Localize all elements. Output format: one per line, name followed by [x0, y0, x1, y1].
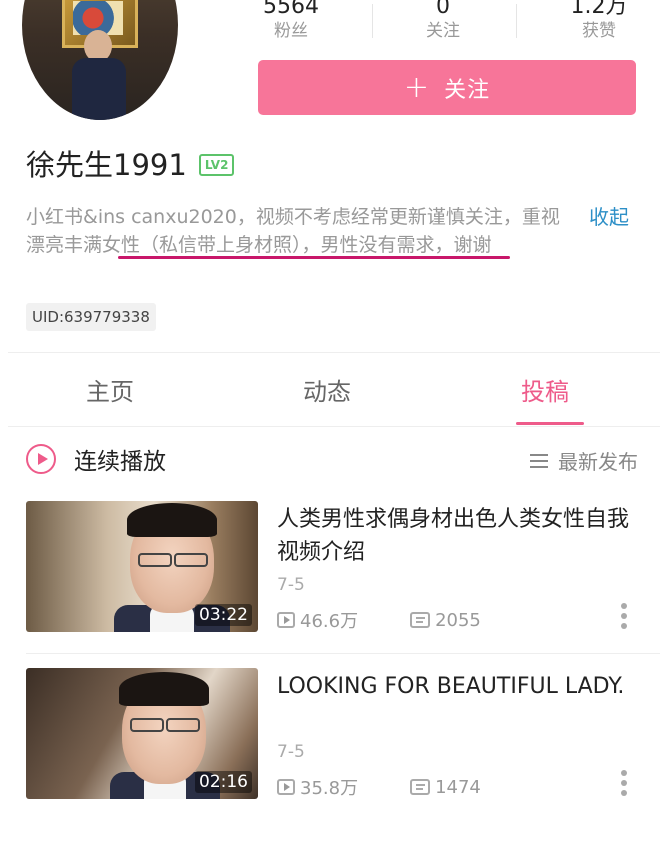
- collapse-bio-link[interactable]: 收起: [589, 203, 629, 231]
- play-count-icon: [277, 779, 295, 795]
- stat-value: 5564: [263, 0, 319, 19]
- highlight-underline: [118, 256, 510, 259]
- video-danmaku: 2055: [410, 610, 481, 631]
- stat-divider: [372, 4, 373, 38]
- video-title[interactable]: LOOKING FOR BEAUTIFUL LADY.: [277, 670, 647, 703]
- follow-button-label: 关注: [444, 77, 491, 103]
- video-danmaku: 1474: [410, 777, 481, 798]
- stat-label: 获赞: [582, 21, 616, 41]
- section-divider: [8, 352, 660, 353]
- video-danmaku-count: 2055: [435, 609, 481, 631]
- danmaku-icon: [410, 612, 431, 628]
- tab-dynamics[interactable]: 动态: [303, 372, 351, 407]
- video-date: 7-5: [277, 742, 305, 762]
- play-count-icon: [277, 612, 295, 628]
- stat-label: 关注: [426, 21, 460, 41]
- more-options-icon[interactable]: [620, 770, 628, 800]
- plus-icon: +: [403, 69, 431, 105]
- avatar[interactable]: [22, 0, 178, 120]
- thumb-glasses: [174, 553, 208, 567]
- video-thumbnail[interactable]: 02:16: [26, 668, 258, 799]
- video-duration: 02:16: [195, 771, 252, 793]
- autoplay-toggle[interactable]: 连续播放: [26, 442, 166, 476]
- video-thumbnail[interactable]: 03:22: [26, 501, 258, 632]
- video-views-count: 46.6万: [300, 611, 359, 632]
- tab-submissions[interactable]: 投稿: [521, 372, 569, 407]
- video-meta: 46.6万 2055: [277, 607, 533, 633]
- stat-likes[interactable]: 1.2万 获赞: [544, 0, 654, 42]
- active-tab-indicator: [516, 422, 584, 425]
- stat-value: 0: [436, 0, 450, 19]
- profile-name-row: 徐先生1991 LV2: [26, 142, 235, 184]
- autoplay-label: 连续播放: [74, 449, 166, 475]
- profile-bio: 小红书&ins canxu2020，视频不考虑经常更新谨慎关注，重视漂亮丰满女性…: [26, 206, 560, 256]
- profile-stats: 5564 粉丝 0 关注 1.2万 获赞: [258, 0, 638, 48]
- video-duration: 03:22: [195, 604, 252, 626]
- tab-home[interactable]: 主页: [86, 372, 134, 407]
- follow-button[interactable]: + 关注: [258, 60, 636, 115]
- sort-dropdown[interactable]: 最新发布: [530, 446, 638, 475]
- stat-label: 粉丝: [274, 21, 308, 41]
- thumb-glasses: [138, 553, 172, 567]
- danmaku-icon: [410, 779, 431, 795]
- stat-following[interactable]: 0 关注: [388, 0, 498, 42]
- list-icon: [530, 450, 548, 472]
- thumb-glasses: [130, 718, 164, 732]
- stat-followers[interactable]: 5564 粉丝: [236, 0, 346, 42]
- sort-label: 最新发布: [558, 450, 638, 474]
- video-views: 35.8万: [277, 774, 358, 800]
- video-item[interactable]: 02:16 LOOKING FOR BEAUTIFUL LADY. 7-5 35…: [26, 668, 646, 804]
- video-date: 7-5: [277, 575, 305, 595]
- stat-value: 1.2万: [570, 0, 628, 19]
- video-item[interactable]: 03:22 人类男性求偶身材出色人类女性自我视频介绍 7-5 46.6万 205…: [26, 501, 646, 637]
- uid-badge[interactable]: UID:639779338: [26, 303, 156, 331]
- play-circle-icon: [26, 444, 56, 474]
- thumb-hair: [127, 503, 217, 537]
- list-divider: [26, 653, 660, 654]
- tabs-divider: [8, 426, 660, 427]
- video-views-count: 35.8万: [300, 778, 359, 799]
- avatar-person-suit: [72, 58, 126, 120]
- level-badge: LV2: [198, 154, 235, 176]
- video-views: 46.6万: [277, 607, 358, 633]
- thumb-hair: [119, 672, 209, 706]
- video-title[interactable]: 人类男性求偶身材出色人类女性自我视频介绍: [277, 503, 647, 569]
- more-options-icon[interactable]: [620, 603, 628, 633]
- video-danmaku-count: 1474: [435, 776, 481, 798]
- video-meta: 35.8万 1474: [277, 774, 533, 800]
- profile-name: 徐先生1991: [26, 148, 187, 182]
- stat-divider: [516, 4, 517, 38]
- thumb-glasses: [166, 718, 200, 732]
